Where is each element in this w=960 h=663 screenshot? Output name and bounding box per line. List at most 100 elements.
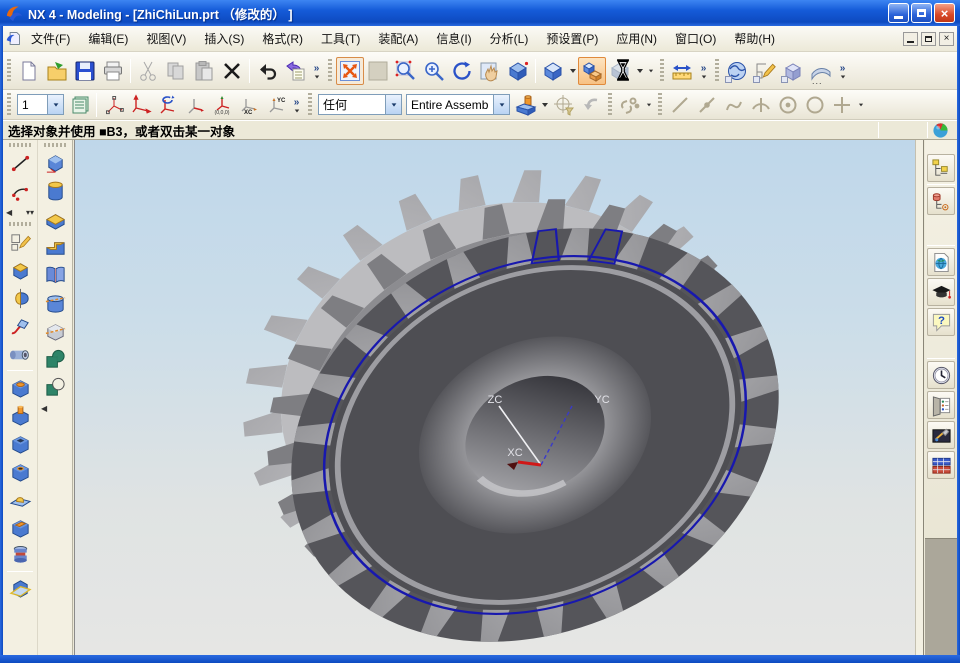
gear-3d-model[interactable]: ZC YC XC [75, 140, 915, 655]
menu-information[interactable]: 信息(I) [427, 27, 480, 50]
trim-body-button[interactable] [41, 290, 70, 317]
toolbar-grip[interactable] [7, 59, 11, 83]
rotate-view-button[interactable] [448, 57, 476, 85]
toolbar-grip[interactable] [9, 143, 31, 147]
pan-view-button[interactable] [476, 57, 504, 85]
hole-button[interactable] [6, 458, 35, 485]
toolbar-grip[interactable] [328, 59, 332, 83]
toolbar-grip[interactable] [715, 59, 719, 83]
restore-button[interactable] [911, 3, 932, 23]
status-sphere-icon[interactable] [932, 122, 949, 139]
display-mode-dropdown[interactable] [567, 58, 578, 84]
fit-view-button[interactable] [336, 57, 364, 85]
mdi-restore-button[interactable] [921, 32, 936, 46]
menu-application[interactable]: 应用(N) [607, 27, 666, 50]
menu-window[interactable]: 窗口(O) [666, 27, 725, 50]
datum-plane-button[interactable] [6, 575, 35, 602]
boss-button[interactable] [6, 374, 35, 401]
toolbar-overflow-button[interactable]: » [309, 56, 324, 86]
wcs-set-origin-button[interactable]: (0,0,0) [208, 92, 235, 117]
menu-help[interactable]: 帮助(H) [725, 27, 784, 50]
layer-settings-button[interactable] [66, 92, 93, 117]
extrude-feature-button[interactable] [779, 57, 807, 85]
internet-browser-button[interactable] [927, 248, 955, 276]
toolbar-grip[interactable] [44, 143, 66, 147]
user-defined-feature-button[interactable] [41, 262, 70, 289]
wcs-dynamics-button[interactable] [100, 92, 127, 117]
history-palette-button[interactable] [281, 57, 309, 85]
toolbar-grip[interactable] [608, 93, 612, 117]
feature-overflow-button[interactable]: » [835, 56, 850, 86]
open-button[interactable] [43, 57, 71, 85]
unite-button[interactable] [41, 346, 70, 373]
combo-arrow-button[interactable] [385, 95, 401, 114]
basic-line-button[interactable] [6, 150, 35, 177]
sketch-button[interactable] [6, 229, 35, 256]
save-button[interactable] [71, 57, 99, 85]
combo-arrow-button[interactable] [47, 95, 63, 114]
wcs-rotate-button[interactable] [154, 92, 181, 117]
perspective-button[interactable] [504, 57, 532, 85]
measure-overflow-button[interactable]: » [696, 56, 711, 86]
resource-bar-edge-strip[interactable] [915, 140, 924, 655]
roles-button[interactable] [927, 391, 955, 419]
pocket-button[interactable] [6, 430, 35, 457]
cone-button[interactable] [41, 206, 70, 233]
menu-analysis[interactable]: 分析(L) [481, 27, 538, 50]
measure-distance-button[interactable] [668, 57, 696, 85]
curve-options-dropdown[interactable] [855, 92, 866, 118]
work-layer-combo[interactable]: 1 [17, 94, 64, 115]
selection-options-dropdown[interactable] [539, 92, 550, 118]
print-button[interactable] [99, 57, 127, 85]
graphics-viewport[interactable]: ZC YC XC [74, 140, 915, 655]
help-button[interactable]: ? [927, 308, 955, 336]
block-button[interactable] [41, 150, 70, 177]
revolve-button[interactable] [6, 285, 35, 312]
extrude-button[interactable] [6, 257, 35, 284]
mdi-minimize-button[interactable] [903, 32, 918, 46]
subtract-button[interactable] [41, 374, 70, 401]
snapshot-button[interactable] [606, 57, 634, 85]
selection-filter-combo[interactable]: 任何 [318, 94, 402, 115]
wcs-align-xc-button[interactable]: XC [235, 92, 262, 117]
assembly-navigator-button[interactable] [927, 154, 955, 182]
toolbar-grip[interactable] [658, 93, 662, 117]
emboss-button[interactable] [6, 402, 35, 429]
title-bar[interactable]: NX 4 - Modeling - [ZhiChiLun.prt （修改的） ]… [0, 0, 960, 26]
toolbar-grip[interactable] [9, 222, 31, 226]
trim-sheet-button[interactable] [41, 318, 70, 345]
menu-view[interactable]: 视图(V) [137, 27, 195, 50]
display-mode-shaded-button[interactable] [539, 57, 567, 85]
mdi-close-button[interactable]: × [939, 32, 954, 46]
wcs-overflow-button[interactable]: » [289, 90, 304, 120]
select-in-work-part-button[interactable] [512, 92, 539, 117]
toolbox-collapse-button[interactable]: ◀ [38, 401, 72, 415]
snapshot-dropdown[interactable] [634, 58, 645, 84]
minimize-button[interactable] [888, 3, 909, 23]
tube-button[interactable] [6, 341, 35, 368]
basic-arc-button[interactable] [6, 178, 35, 205]
render-style-button-selected[interactable] [578, 57, 606, 85]
groove-button[interactable] [6, 542, 35, 569]
slot-button[interactable] [6, 514, 35, 541]
toolbar-grip[interactable] [7, 93, 11, 117]
menu-format[interactable]: 格式(R) [253, 27, 312, 50]
toolbar-grip[interactable] [308, 93, 312, 117]
close-button[interactable]: × [934, 3, 955, 23]
chain-options-dropdown[interactable] [643, 92, 654, 118]
wcs-align-yc-button[interactable]: YC [262, 92, 289, 117]
wcs-origin-button[interactable] [127, 92, 154, 117]
history-button[interactable] [927, 361, 955, 389]
step-boss-button[interactable] [41, 234, 70, 261]
view-toolbar-options-dropdown[interactable] [645, 58, 656, 84]
wcs-orient-button[interactable] [181, 92, 208, 117]
combo-arrow-button[interactable] [493, 95, 509, 114]
synchronous-modeling-button[interactable] [723, 57, 751, 85]
toolbox-collapse-button[interactable]: ◀▾▾ [3, 205, 37, 219]
menu-preferences[interactable]: 预设置(P) [537, 27, 607, 50]
tutorials-button[interactable] [927, 278, 955, 306]
toolbar-grip[interactable] [660, 59, 664, 83]
cylinder-button[interactable] [41, 178, 70, 205]
system-palettes-button[interactable] [927, 421, 955, 449]
sweep-button[interactable] [6, 313, 35, 340]
